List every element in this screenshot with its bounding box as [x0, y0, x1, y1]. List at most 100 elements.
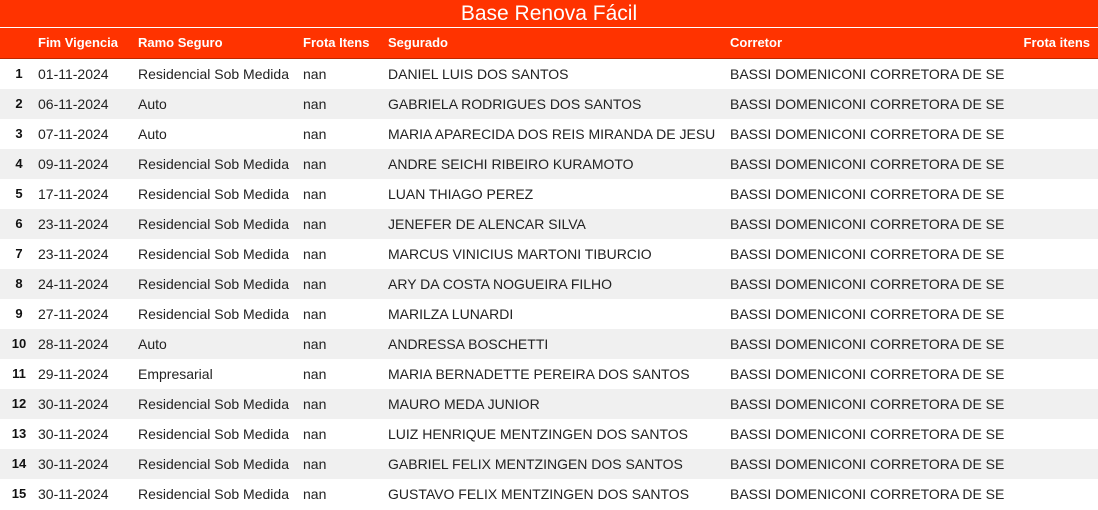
cell-segurado: GABRIELA RODRIGUES DOS SANTOS [388, 96, 642, 112]
cell-frota-itens: nan [303, 396, 327, 412]
table-row: 9 27-11-2024 Residencial Sob Medida nan MARI… [0, 299, 1098, 329]
table-row: 2 06-11-2024 Auto nan GABRIELA RODRIGUES DOS… [0, 89, 1098, 119]
table-row: 1 01-11-2024 Residencial Sob Medida nan DANI… [0, 59, 1098, 89]
cell-frota-itens: nan [303, 216, 327, 232]
cell-segurado: ANDRE SEICHI RIBEIRO KURAMOTO [388, 156, 634, 172]
cell-frota-itens-2 [1010, 149, 1090, 179]
table-body: 1 01-11-2024 Residencial Sob Medida nan DANI… [0, 59, 1098, 509]
table-row: 5 17-11-2024 Residencial Sob Medida nan LUAN… [0, 179, 1098, 209]
cell-fim-vigencia: 30-11-2024 [38, 396, 109, 412]
cell-segurado: ANDRESSA BOSCHETTI [388, 336, 549, 352]
cell-frota-itens-2 [1010, 449, 1090, 479]
row-index: 3 [15, 126, 23, 141]
cell-frota-itens: nan [303, 426, 327, 442]
cell-corretor: BASSI DOMENICONI CORRETORA DE SE [730, 126, 1005, 142]
cell-ramo-seguro: Auto [138, 126, 167, 142]
cell-fim-vigencia: 07-11-2024 [38, 126, 109, 142]
cell-segurado: MARIA APARECIDA DOS REIS MIRANDA DE JESU [388, 126, 716, 142]
table-header: Fim Vigencia Ramo Seguro Frota Itens Seg… [0, 28, 1098, 59]
cell-frota-itens: nan [303, 66, 327, 82]
cell-corretor: BASSI DOMENICONI CORRETORA DE SE [730, 96, 1005, 112]
table-row: 8 24-11-2024 Residencial Sob Medida nan ARY … [0, 269, 1098, 299]
report-frame: Base Renova Fácil Fim Vigencia Ramo Segu… [0, 0, 1098, 510]
cell-ramo-seguro: Auto [138, 336, 167, 352]
cell-frota-itens: nan [303, 336, 327, 352]
row-index: 6 [15, 216, 23, 231]
cell-frota-itens-2 [1010, 89, 1090, 119]
cell-corretor: BASSI DOMENICONI CORRETORA DE SE [730, 306, 1005, 322]
cell-corretor: BASSI DOMENICONI CORRETORA DE SE [730, 246, 1005, 262]
cell-ramo-seguro: Residencial Sob Medida [138, 246, 289, 262]
header-segurado: Segurado [388, 35, 448, 50]
cell-fim-vigencia: 09-11-2024 [38, 156, 109, 172]
table-row: 7 23-11-2024 Residencial Sob Medida nan MARC… [0, 239, 1098, 269]
cell-ramo-seguro: Empresarial [138, 366, 213, 382]
cell-ramo-seguro: Residencial Sob Medida [138, 396, 289, 412]
cell-fim-vigencia: 24-11-2024 [38, 276, 109, 292]
cell-corretor: BASSI DOMENICONI CORRETORA DE SE [730, 336, 1005, 352]
cell-corretor: BASSI DOMENICONI CORRETORA DE SE [730, 426, 1005, 442]
row-index: 1 [15, 66, 23, 81]
cell-fim-vigencia: 30-11-2024 [38, 426, 109, 442]
cell-corretor: BASSI DOMENICONI CORRETORA DE SE [730, 66, 1005, 82]
cell-frota-itens-2 [1010, 209, 1090, 239]
cell-ramo-seguro: Residencial Sob Medida [138, 426, 289, 442]
row-index: 9 [15, 306, 23, 321]
cell-ramo-seguro: Residencial Sob Medida [138, 306, 289, 322]
cell-frota-itens: nan [303, 306, 327, 322]
cell-fim-vigencia: 29-11-2024 [38, 366, 109, 382]
cell-segurado: MARCUS VINICIUS MARTONI TIBURCIO [388, 246, 652, 262]
cell-segurado: MARILZA LUNARDI [388, 306, 514, 322]
header-corretor: Corretor [730, 35, 783, 50]
cell-ramo-seguro: Residencial Sob Medida [138, 186, 289, 202]
cell-corretor: BASSI DOMENICONI CORRETORA DE SE [730, 396, 1005, 412]
cell-fim-vigencia: 27-11-2024 [38, 306, 109, 322]
row-index: 5 [15, 186, 23, 201]
row-index: 10 [11, 336, 27, 351]
cell-frota-itens-2 [1010, 479, 1090, 509]
header-frota-itens: Frota Itens [303, 35, 370, 50]
row-index: 11 [12, 366, 26, 381]
table-row: 13 30-11-2024 Residencial Sob Medida nan LUI… [0, 419, 1098, 449]
cell-frota-itens: nan [303, 186, 327, 202]
cell-frota-itens-2 [1010, 269, 1090, 299]
cell-ramo-seguro: Residencial Sob Medida [138, 486, 289, 502]
cell-frota-itens-2 [1010, 239, 1090, 269]
row-index: 12 [11, 396, 27, 411]
cell-segurado: MAURO MEDA JUNIOR [388, 396, 540, 412]
table-row: 3 07-11-2024 Auto nan MARIA APARECIDA DOS RE… [0, 119, 1098, 149]
cell-corretor: BASSI DOMENICONI CORRETORA DE SE [730, 156, 1005, 172]
row-index: 7 [15, 246, 23, 261]
table-row: 12 30-11-2024 Residencial Sob Medida nan MAU… [0, 389, 1098, 419]
cell-corretor: BASSI DOMENICONI CORRETORA DE SE [730, 456, 1005, 472]
row-index: 15 [11, 486, 27, 501]
cell-frota-itens: nan [303, 276, 327, 292]
cell-frota-itens: nan [303, 456, 327, 472]
cell-ramo-seguro: Residencial Sob Medida [138, 216, 289, 232]
cell-frota-itens-2 [1010, 359, 1090, 389]
cell-segurado: MARIA BERNADETTE PEREIRA DOS SANTOS [388, 366, 690, 382]
cell-ramo-seguro: Residencial Sob Medida [138, 456, 289, 472]
cell-frota-itens: nan [303, 126, 327, 142]
cell-frota-itens-2 [1010, 329, 1090, 359]
table-row: 6 23-11-2024 Residencial Sob Medida nan JENE… [0, 209, 1098, 239]
header-fim-vigencia: Fim Vigencia [38, 35, 118, 50]
table-row: 10 28-11-2024 Auto nan ANDRESSA BOSCHETTI BAS… [0, 329, 1098, 359]
cell-fim-vigencia: 28-11-2024 [38, 336, 109, 352]
cell-segurado: LUIZ HENRIQUE MENTZINGEN DOS SANTOS [388, 426, 688, 442]
cell-fim-vigencia: 30-11-2024 [38, 456, 109, 472]
table-row: 15 30-11-2024 Residencial Sob Medida nan GUS… [0, 479, 1098, 509]
cell-frota-itens: nan [303, 156, 327, 172]
cell-corretor: BASSI DOMENICONI CORRETORA DE SE [730, 486, 1005, 502]
cell-segurado: DANIEL LUIS DOS SANTOS [388, 66, 569, 82]
cell-frota-itens-2 [1010, 389, 1090, 419]
header-index [0, 28, 30, 58]
cell-ramo-seguro: Residencial Sob Medida [138, 276, 289, 292]
cell-ramo-seguro: Auto [138, 96, 167, 112]
cell-fim-vigencia: 17-11-2024 [38, 186, 109, 202]
cell-corretor: BASSI DOMENICONI CORRETORA DE SE [730, 366, 1005, 382]
cell-frota-itens-2 [1010, 299, 1090, 329]
cell-frota-itens: nan [303, 486, 327, 502]
row-index: 4 [15, 156, 23, 171]
header-frota-itens-2: Frota itens [1023, 35, 1090, 50]
